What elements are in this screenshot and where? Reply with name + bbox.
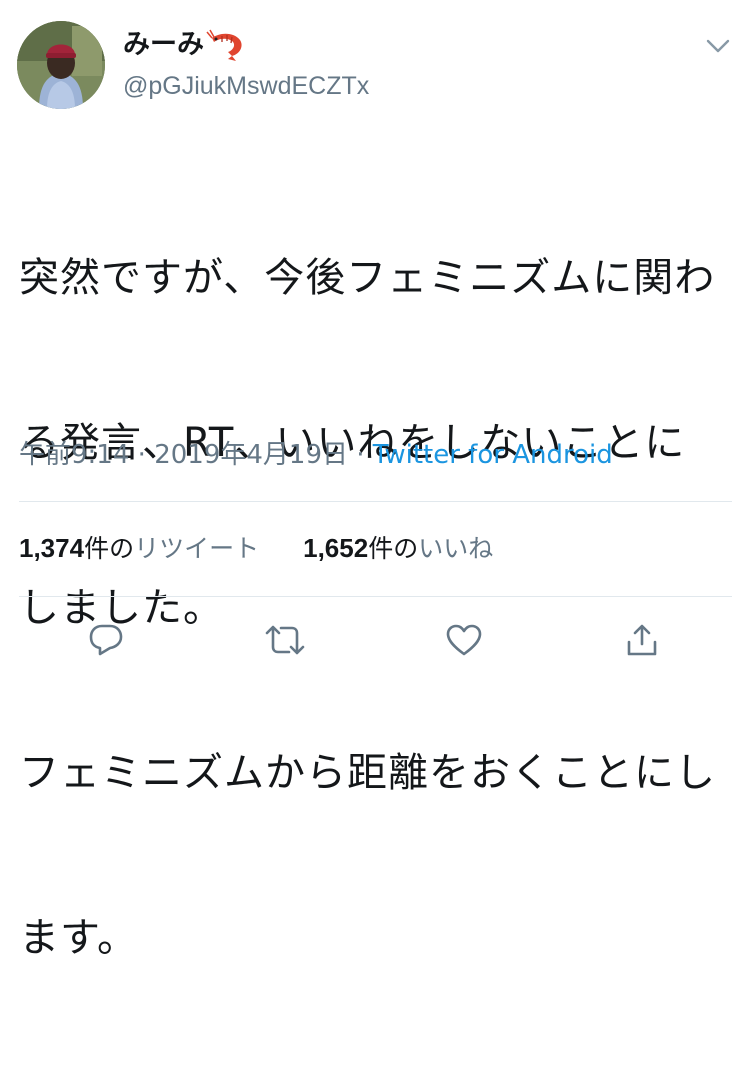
- share-button[interactable]: [616, 614, 668, 666]
- retweets-label: リツイート: [134, 534, 260, 563]
- display-name-text: みーみ: [123, 29, 204, 60]
- user-handle[interactable]: @pGJiukMswdECZTx: [123, 70, 369, 102]
- likes-label: いいね: [418, 534, 494, 563]
- reply-icon: [89, 624, 123, 656]
- tweet-source-link[interactable]: Twitter for Android: [373, 440, 613, 470]
- action-bar: [0, 614, 750, 670]
- reply-button[interactable]: [80, 614, 132, 666]
- tweet-text-line: ます。: [19, 915, 138, 961]
- retweet-button[interactable]: [259, 614, 311, 666]
- divider: [19, 501, 732, 502]
- tweet-meta: 午前9:14 · 2019年4月19日 · Twitter for Androi…: [19, 437, 613, 473]
- tweet-time[interactable]: 午前9:14: [19, 440, 129, 470]
- retweets-unit: 件の: [84, 534, 135, 563]
- tweet-text-line: 突然ですが、今後フェミニズムに関わ: [19, 255, 716, 301]
- retweet-icon: [265, 625, 305, 655]
- meta-separator: ·: [129, 440, 155, 470]
- chevron-down-icon[interactable]: [704, 36, 732, 56]
- likes-unit: 件の: [368, 534, 419, 563]
- share-icon: [627, 624, 657, 656]
- divider: [19, 596, 732, 597]
- tweet-detail: みーみ @pGJiukMswdECZTx 突然ですが、今後フェミニズムに関わ る…: [0, 0, 750, 961]
- heart-icon: [446, 624, 482, 656]
- tweet-text-line: フェミニズムから距離をおくことにし: [19, 750, 716, 796]
- retweets-stat[interactable]: 1,374件のリツイート: [19, 530, 259, 567]
- likes-stat[interactable]: 1,652件のいいね: [303, 530, 493, 567]
- tweet-text: 突然ですが、今後フェミニズムに関わ る発言、RT、いいねをしないことに しました…: [19, 141, 739, 1076]
- likes-count: 1,652: [303, 533, 369, 563]
- display-name[interactable]: みーみ: [123, 27, 246, 63]
- retweets-count: 1,374: [19, 533, 85, 563]
- tweet-stats: 1,374件のリツイート 1,652件のいいね: [19, 530, 493, 567]
- tweet-date[interactable]: 2019年4月19日: [154, 440, 348, 470]
- meta-separator: ·: [347, 440, 373, 470]
- avatar-image: [17, 21, 105, 109]
- avatar[interactable]: [17, 21, 105, 109]
- shrimp-emoji-icon: [206, 29, 242, 61]
- like-button[interactable]: [438, 614, 490, 666]
